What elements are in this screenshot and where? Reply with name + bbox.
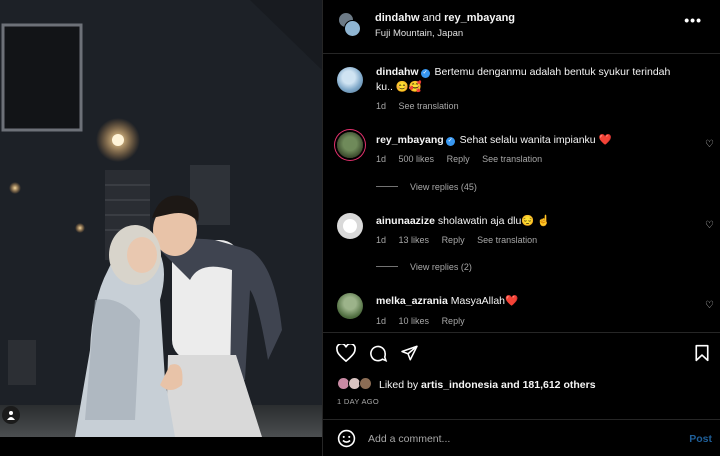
tagged-user-icon[interactable] bbox=[2, 406, 20, 424]
post-header: dindahw and rey_mbayang Fuji Mountain, J… bbox=[323, 0, 720, 54]
liked-by-prefix: Liked by bbox=[379, 379, 419, 391]
more-options-icon[interactable]: ••• bbox=[684, 12, 702, 28]
post-authors: dindahw and rey_mbayang bbox=[375, 12, 515, 24]
comment-time: 1d bbox=[376, 235, 387, 245]
photo-bottom-strip bbox=[0, 437, 322, 456]
comment-username[interactable]: rey_mbayang bbox=[376, 134, 444, 146]
replies-line bbox=[376, 186, 398, 187]
comment-meta: 1d 10 likes Reply bbox=[376, 316, 475, 326]
like-comment-heart-icon[interactable]: ♡ bbox=[705, 220, 714, 231]
verified-badge-icon: ✓ bbox=[445, 137, 455, 146]
comment-likes[interactable]: 10 likes bbox=[399, 316, 430, 326]
comment-body: melka_azrania MasyaAllah❤️ bbox=[376, 294, 676, 309]
like-comment-heart-icon[interactable]: ♡ bbox=[705, 300, 714, 311]
action-bar bbox=[323, 334, 720, 374]
author-username[interactable]: dindahw bbox=[375, 12, 420, 24]
comment-body: dindahw ✓ Bertemu denganmu adalah bentuk … bbox=[376, 65, 676, 95]
comment-likes[interactable]: 500 likes bbox=[399, 154, 435, 164]
like-heart-icon[interactable] bbox=[336, 342, 356, 367]
post-button[interactable]: Post bbox=[689, 433, 712, 445]
see-translation-link[interactable]: See translation bbox=[482, 154, 542, 164]
comment-text: MasyaAllah❤️ bbox=[450, 295, 519, 307]
commenter-avatar[interactable] bbox=[337, 213, 363, 239]
replies-line bbox=[376, 266, 398, 267]
default-avatar-icon bbox=[343, 219, 357, 233]
reply-button[interactable]: Reply bbox=[442, 316, 465, 326]
see-translation-link[interactable]: See translation bbox=[399, 101, 459, 111]
view-replies-label[interactable]: View replies (2) bbox=[410, 262, 472, 272]
comment-bubble-icon[interactable] bbox=[368, 344, 388, 368]
comment-body: ainunaazize sholawatin aja dlu😔 ☝️ bbox=[376, 214, 676, 229]
add-comment-bar: Add a comment... Post bbox=[323, 420, 720, 456]
post-location[interactable]: Fuji Mountain, Japan bbox=[375, 28, 463, 39]
comments-list[interactable]: dindahw ✓ Bertemu denganmu adalah bentuk … bbox=[323, 55, 720, 332]
comment-body: rey_mbayang ✓ Sehat selalu wanita impiank… bbox=[376, 133, 676, 148]
view-replies-button[interactable]: View replies (2) bbox=[376, 262, 472, 272]
post-time[interactable]: 1 DAY AGO bbox=[337, 397, 379, 406]
commenter-avatar[interactable] bbox=[337, 132, 363, 158]
verified-badge-icon: ✓ bbox=[420, 69, 430, 78]
share-send-icon[interactable] bbox=[400, 344, 419, 367]
save-bookmark-icon[interactable] bbox=[694, 344, 710, 367]
emoji-icon[interactable] bbox=[337, 429, 356, 453]
comment-username[interactable]: melka_azrania bbox=[376, 295, 448, 307]
collaborator-avatar[interactable] bbox=[344, 20, 361, 37]
liker-avatar bbox=[359, 377, 372, 390]
collaborator-username[interactable]: rey_mbayang bbox=[444, 12, 515, 24]
comment-meta: 1d 500 likes Reply See translation bbox=[376, 154, 552, 164]
comment-text: Bertemu denganmu adalah bentuk syukur te… bbox=[376, 66, 671, 93]
reply-button[interactable]: Reply bbox=[442, 235, 465, 245]
comment-text: sholawatin aja dlu😔 ☝️ bbox=[437, 215, 551, 227]
liked-by-user[interactable]: artis_indonesia bbox=[421, 379, 498, 391]
view-replies-button[interactable]: View replies (45) bbox=[376, 182, 477, 192]
like-comment-heart-icon[interactable]: ♡ bbox=[705, 139, 714, 150]
view-replies-label[interactable]: View replies (45) bbox=[410, 182, 477, 192]
photo-illustration bbox=[0, 0, 322, 437]
comment-likes[interactable]: 13 likes bbox=[399, 235, 430, 245]
comment-time: 1d bbox=[376, 316, 387, 326]
comment-text: Sehat selalu wanita impianku ❤️ bbox=[459, 134, 612, 146]
comment-time: 1d bbox=[376, 154, 387, 164]
post-photo[interactable] bbox=[0, 0, 322, 437]
reply-button[interactable]: Reply bbox=[447, 154, 470, 164]
commenter-avatar[interactable] bbox=[337, 293, 363, 319]
comment-username[interactable]: dindahw bbox=[376, 66, 419, 78]
actions-divider bbox=[323, 332, 720, 333]
comment-username[interactable]: ainunaazize bbox=[376, 215, 435, 227]
comment-meta: 1d See translation bbox=[376, 101, 469, 111]
comment-time: 1d bbox=[376, 101, 387, 111]
and-text: and bbox=[422, 12, 442, 24]
add-comment-input[interactable]: Add a comment... bbox=[368, 433, 450, 445]
see-translation-link[interactable]: See translation bbox=[477, 235, 537, 245]
commenter-avatar[interactable] bbox=[337, 67, 363, 93]
likes-summary[interactable]: Liked by artis_indonesia and 181,612 oth… bbox=[379, 379, 596, 391]
comment-meta: 1d 13 likes Reply See translation bbox=[376, 235, 547, 245]
liked-by-others[interactable]: and 181,612 others bbox=[501, 379, 596, 391]
